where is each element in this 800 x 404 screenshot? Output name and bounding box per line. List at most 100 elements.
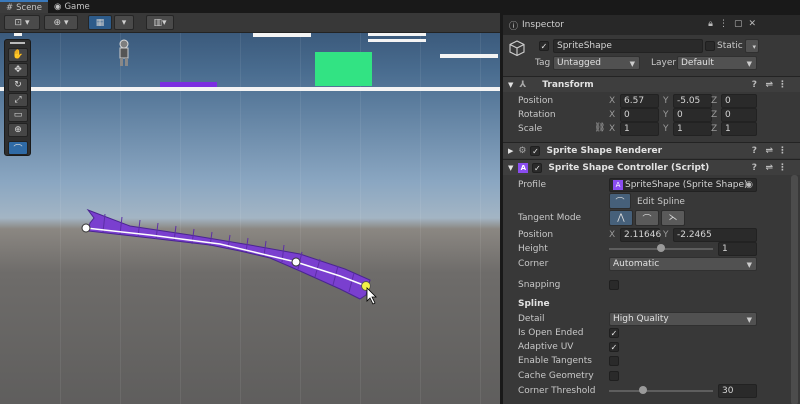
controller-component-header[interactable]: ▼ A ✓ Sprite Shape Controller (Script) ?… xyxy=(503,159,800,175)
scale-y-field[interactable]: 1 xyxy=(673,122,712,136)
snap-dropdown[interactable]: ▥ ▾ xyxy=(146,15,174,30)
spline-edit-icon: ⌒ xyxy=(13,144,23,155)
move-tool-button[interactable]: ✥ xyxy=(8,63,28,77)
spline-point-selected[interactable] xyxy=(361,281,371,291)
globe-icon: ⊕ xyxy=(53,17,62,28)
corner-threshold-value: 30 xyxy=(722,386,734,396)
layer-label: Layer xyxy=(651,58,677,68)
grid-toggle-button[interactable]: ▦ xyxy=(88,15,112,30)
position-y-field[interactable]: -5.05 xyxy=(673,94,712,108)
maximize-icon[interactable]: ▢ xyxy=(734,19,743,29)
component-menu-icon[interactable]: ⋮ xyxy=(778,163,787,173)
edit-spline-label: Edit Spline xyxy=(637,197,685,207)
profile-field[interactable]: A SpriteShape (Sprite Shape) ◉ xyxy=(609,178,757,192)
inspector-scrollbar[interactable] xyxy=(791,175,798,404)
edit-spline-button[interactable]: ⌒ xyxy=(609,193,631,209)
adaptive-uv-checkbox[interactable]: ✓ xyxy=(609,342,619,352)
gizmo-dropdown[interactable]: ⊕ ▾ xyxy=(44,15,78,30)
tangent-broken-button[interactable]: ⋋ xyxy=(661,210,685,226)
tag-dropdown[interactable]: Untagged ▼ xyxy=(553,56,640,70)
tab-game-label: Game xyxy=(64,1,90,12)
transform-tool-button[interactable]: ⊕ xyxy=(8,123,28,137)
hand-icon: ✋ xyxy=(12,50,24,60)
corner-dropdown[interactable]: Automatic ▼ xyxy=(609,257,757,271)
transform-icon: ⊕ xyxy=(14,125,22,135)
scene-icon: # xyxy=(6,2,14,13)
rect-tool-button[interactable]: ▭ xyxy=(8,108,28,122)
spline-point-mid[interactable] xyxy=(291,257,301,267)
tangent-linear-button[interactable]: ⋀ xyxy=(609,210,633,226)
help-icon[interactable]: ? xyxy=(752,146,757,156)
spline-edit-tool-button[interactable]: ⌒ xyxy=(8,141,28,155)
cache-geometry-checkbox[interactable] xyxy=(609,371,619,381)
rotate-tool-button[interactable]: ↻ xyxy=(8,78,28,92)
close-icon[interactable]: ✕ xyxy=(748,19,756,29)
position-label: Position xyxy=(518,96,554,106)
tangent-linear-icon: ⋀ xyxy=(617,213,625,223)
static-checkbox[interactable] xyxy=(705,41,715,51)
active-checkbox[interactable]: ✓ xyxy=(539,41,549,51)
rotation-z-value: 0 xyxy=(725,110,731,120)
rotation-y-field[interactable]: 0 xyxy=(673,108,712,122)
hand-tool-button[interactable]: ✋ xyxy=(8,48,28,62)
cache-geometry-label: Cache Geometry xyxy=(518,371,594,381)
object-name-field[interactable]: SpriteShape xyxy=(553,39,703,53)
layer-dropdown[interactable]: Default ▼ xyxy=(677,56,757,70)
spline-point-start[interactable] xyxy=(81,223,91,233)
inspector-panel: ⓘ Inspector 🔒︎ ⋮ ▢ ✕ ✓ SpriteShape Stati… xyxy=(502,15,800,404)
tangent-mode-label: Tangent Mode xyxy=(518,213,582,223)
foldout-open-icon: ▼ xyxy=(508,163,514,172)
rotation-z-field[interactable]: 0 xyxy=(721,108,757,122)
rotation-x-field[interactable]: 0 xyxy=(620,108,659,122)
tangent-broken-icon: ⋋ xyxy=(668,213,678,223)
lock-icon[interactable]: 🔒︎ xyxy=(708,19,713,29)
constrain-link-icon[interactable]: ⛓ xyxy=(594,123,605,133)
preset-icon[interactable]: ⇌ xyxy=(765,163,773,173)
open-ended-label: Is Open Ended xyxy=(518,328,584,338)
more-menu-icon[interactable]: ⋮ xyxy=(719,19,728,29)
corner-threshold-field[interactable]: 30 xyxy=(718,384,757,398)
corner-threshold-slider-knob[interactable] xyxy=(639,386,648,394)
object-picker-icon[interactable]: ◉ xyxy=(745,180,753,190)
preset-icon[interactable]: ⇌ xyxy=(765,80,773,90)
transform-icon: ⅄ xyxy=(519,79,527,90)
draw-mode-dropdown[interactable]: ⊡ ▾ xyxy=(4,15,40,30)
scene-viewport[interactable]: ✋ ✥ ↻ ⤢ ▭ ⊕ ⌒ xyxy=(0,33,500,404)
height-slider-knob[interactable] xyxy=(657,244,665,252)
component-menu-icon[interactable]: ⋮ xyxy=(778,146,787,156)
tab-game[interactable]: ◉ Game xyxy=(48,0,96,13)
component-menu-icon[interactable]: ⋮ xyxy=(778,80,787,90)
sprite-shape-spline[interactable] xyxy=(0,33,500,404)
transform-component-header[interactable]: ▼ ⅄ Transform ? ⇌ ⋮ xyxy=(503,76,800,92)
detail-dropdown[interactable]: High Quality ▼ xyxy=(609,312,757,326)
point-x-value: 2.11646 xyxy=(624,230,662,240)
rect-icon: ▭ xyxy=(13,110,23,120)
enable-tangents-checkbox[interactable] xyxy=(609,356,619,366)
static-dropdown[interactable]: ▾ xyxy=(745,39,759,53)
corner-threshold-slider[interactable] xyxy=(609,390,713,392)
help-icon[interactable]: ? xyxy=(752,80,757,90)
point-x-field[interactable]: 2.11646 xyxy=(620,228,662,242)
height-field[interactable]: 1 xyxy=(718,242,757,256)
grid-options-button[interactable]: ▾ xyxy=(114,15,134,30)
renderer-enabled-checkbox[interactable]: ✓ xyxy=(530,145,541,156)
open-ended-checkbox[interactable]: ✓ xyxy=(609,328,619,338)
tangent-continuous-button[interactable]: ⌒ xyxy=(635,210,659,226)
pos-x-axis: X xyxy=(609,96,616,106)
point-y-field[interactable]: -2.2465 xyxy=(673,228,757,242)
detail-label: Detail xyxy=(518,314,545,324)
scale-tool-button[interactable]: ⤢ xyxy=(8,93,28,107)
help-icon[interactable]: ? xyxy=(752,163,757,173)
position-x-field[interactable]: 6.57 xyxy=(620,94,659,108)
tile-seams xyxy=(102,213,355,293)
spline-edit-icon: ⌒ xyxy=(615,197,625,208)
renderer-component-header[interactable]: ▶ ⚙ ✓ Sprite Shape Renderer ? ⇌ ⋮ xyxy=(503,142,800,158)
snapping-checkbox[interactable] xyxy=(609,280,619,290)
foldout-open-icon: ▼ xyxy=(508,80,514,89)
scale-z-field[interactable]: 1 xyxy=(721,122,757,136)
scale-x-field[interactable]: 1 xyxy=(620,122,659,136)
tab-scene[interactable]: # Scene xyxy=(0,0,49,13)
position-z-field[interactable]: 0 xyxy=(721,94,757,108)
preset-icon[interactable]: ⇌ xyxy=(765,146,773,156)
controller-enabled-checkbox[interactable]: ✓ xyxy=(532,162,543,173)
